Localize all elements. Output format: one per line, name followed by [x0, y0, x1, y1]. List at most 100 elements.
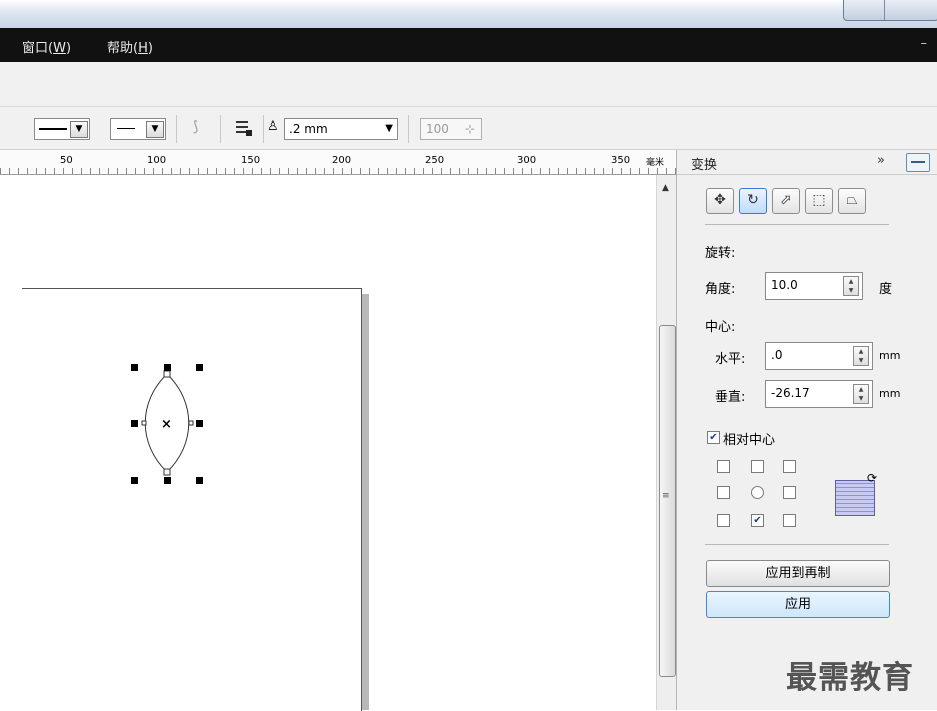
horizontal-label: 水平: — [715, 352, 746, 367]
toolbar-divider — [220, 115, 221, 143]
apply-button[interactable]: 应用 — [706, 591, 890, 618]
anchor-middle-left[interactable] — [717, 486, 730, 499]
anchor-preview-icon — [835, 480, 875, 516]
vertical-value: -26.17 — [771, 386, 810, 400]
ruler-tick-label: 350 — [611, 155, 631, 166]
selection-handle[interactable] — [164, 364, 171, 371]
anchor-center[interactable] — [751, 486, 764, 499]
ruler-tick-label: 50 — [60, 155, 73, 166]
horizontal-value: .0 — [771, 348, 783, 362]
rotate-tab-button[interactable]: ↻ — [739, 188, 767, 214]
scale-mirror-icon: ⬀ — [780, 192, 792, 208]
horizontal-spinner[interactable]: ▲ ▼ — [853, 346, 869, 366]
document-minimize-button[interactable]: – — [921, 36, 928, 51]
skew-icon: ⏢ — [846, 192, 858, 208]
outline-width-value: .2 mm — [289, 122, 328, 136]
line-style-icon — [39, 128, 67, 130]
lens-shape[interactable]: × — [130, 362, 205, 484]
menu-help[interactable]: 帮助(H) — [107, 37, 153, 56]
expand-icon[interactable]: » — [877, 153, 885, 168]
chevron-down-icon[interactable]: ▼ — [146, 121, 164, 138]
vertical-field[interactable]: -26.17 ▲ ▼ — [765, 380, 873, 408]
grip-icon: ≡ — [662, 491, 670, 501]
menu-help-suffix: ) — [147, 41, 153, 56]
minimize-docker-button[interactable] — [906, 153, 930, 172]
selection-handle[interactable] — [196, 364, 203, 371]
rotate-section-label: 旋转: — [705, 246, 736, 261]
ruler-tick-label: 200 — [332, 155, 352, 166]
transform-docker: 变换 » ✥ ↻ ⬀ ⬚ ⏢ 旋转: 角度: 10.0 ▲ ▼ 度 中心: 水平:… — [676, 150, 937, 710]
wrap-icon[interactable]: ⟆ — [193, 119, 198, 135]
vertical-unit: mm — [879, 387, 901, 400]
size-tab-button[interactable]: ⬚ — [805, 188, 833, 214]
menu-help-mnemonic: H — [138, 41, 148, 56]
outline-pen-icon[interactable] — [234, 118, 252, 136]
ruler-unit: 毫米 — [646, 158, 665, 168]
menu-window-mnemonic: W — [53, 41, 66, 56]
pen-nib-icon: ♙ — [267, 119, 279, 134]
scroll-up-icon[interactable]: ▲ — [662, 183, 669, 193]
selection-handle[interactable] — [131, 420, 138, 427]
horizontal-unit: mm — [879, 349, 901, 362]
anchor-bottom-center[interactable]: ✔ — [751, 514, 764, 527]
percent-field[interactable]: 100 ⊹ — [420, 118, 482, 140]
horizontal-ruler[interactable]: 50 100 150 200 250 300 350 毫米 — [0, 150, 676, 175]
arrow-icon: ⟳ — [867, 471, 878, 485]
apply-to-duplicate-button[interactable]: 应用到再制 — [706, 560, 890, 587]
position-tab-button[interactable]: ✥ — [706, 188, 734, 214]
window-controls[interactable] — [843, 0, 937, 21]
ruler-tick-label: 100 — [147, 155, 167, 166]
chevron-down-icon[interactable]: ▼ — [70, 121, 88, 138]
anchor-top-center[interactable] — [751, 460, 764, 473]
ruler-tick-label: 150 — [241, 155, 261, 166]
window-title-bar — [0, 0, 937, 28]
skew-tab-button[interactable]: ⏢ — [838, 188, 866, 214]
toolbar-divider — [408, 115, 409, 143]
toolbar-divider — [176, 115, 177, 143]
menu-window[interactable]: 窗口(W) — [22, 37, 71, 56]
relative-center-label: 相对中心 — [723, 433, 776, 448]
docker-title: 变换 — [691, 158, 718, 173]
scrollbar-thumb[interactable]: ≡ — [659, 325, 676, 677]
size-icon: ⬚ — [812, 192, 826, 208]
page-shadow — [362, 294, 369, 710]
angle-field[interactable]: 10.0 ▲ ▼ — [765, 272, 863, 300]
menu-bar: 窗口(W) 帮助(H) – — [0, 28, 937, 62]
anchor-bottom-right[interactable] — [783, 514, 796, 527]
menu-window-label: 窗口( — [22, 41, 54, 56]
vertical-scrollbar[interactable]: ▲ ≡ — [656, 175, 677, 710]
position-icon: ✥ — [714, 192, 726, 208]
standard-toolbar — [0, 62, 937, 107]
relative-center-checkbox[interactable]: ✔ — [707, 431, 720, 444]
menu-window-suffix: ) — [65, 41, 72, 56]
divider — [705, 224, 889, 225]
angle-label: 角度: — [705, 282, 736, 297]
property-bar: ▼ ▼ ⟆ ♙ .2 mm ▼ 100 ⊹ — [0, 107, 937, 150]
selected-object[interactable]: × — [130, 362, 205, 484]
spinner-icon[interactable]: ⊹ — [465, 119, 475, 139]
selection-handle[interactable] — [196, 477, 203, 484]
selection-handle[interactable] — [196, 420, 203, 427]
anchor-top-right[interactable] — [783, 460, 796, 473]
selection-handle[interactable] — [164, 477, 171, 484]
svg-text:×: × — [161, 417, 172, 432]
anchor-bottom-left[interactable] — [717, 514, 730, 527]
arrow-style-select[interactable]: ▼ — [110, 118, 166, 140]
anchor-middle-right[interactable] — [783, 486, 796, 499]
horizontal-field[interactable]: .0 ▲ ▼ — [765, 342, 873, 370]
anchor-top-left[interactable] — [717, 460, 730, 473]
ruler-tick-label: 250 — [425, 155, 445, 166]
line-style-select[interactable]: ▼ — [34, 118, 90, 140]
vertical-spinner[interactable]: ▲ ▼ — [853, 384, 869, 404]
document-page[interactable] — [22, 288, 362, 711]
selection-handle[interactable] — [131, 477, 138, 484]
outline-width-select[interactable]: .2 mm ▼ — [284, 118, 398, 140]
selection-handle[interactable] — [131, 364, 138, 371]
angle-spinner[interactable]: ▲ ▼ — [843, 276, 859, 296]
toolbar-divider — [263, 115, 264, 143]
menu-help-label: 帮助( — [107, 41, 139, 56]
angle-unit: 度 — [879, 282, 893, 297]
chevron-down-icon[interactable]: ▼ — [381, 119, 393, 139]
scale-mirror-tab-button[interactable]: ⬀ — [772, 188, 800, 214]
arrow-style-icon — [117, 128, 135, 129]
